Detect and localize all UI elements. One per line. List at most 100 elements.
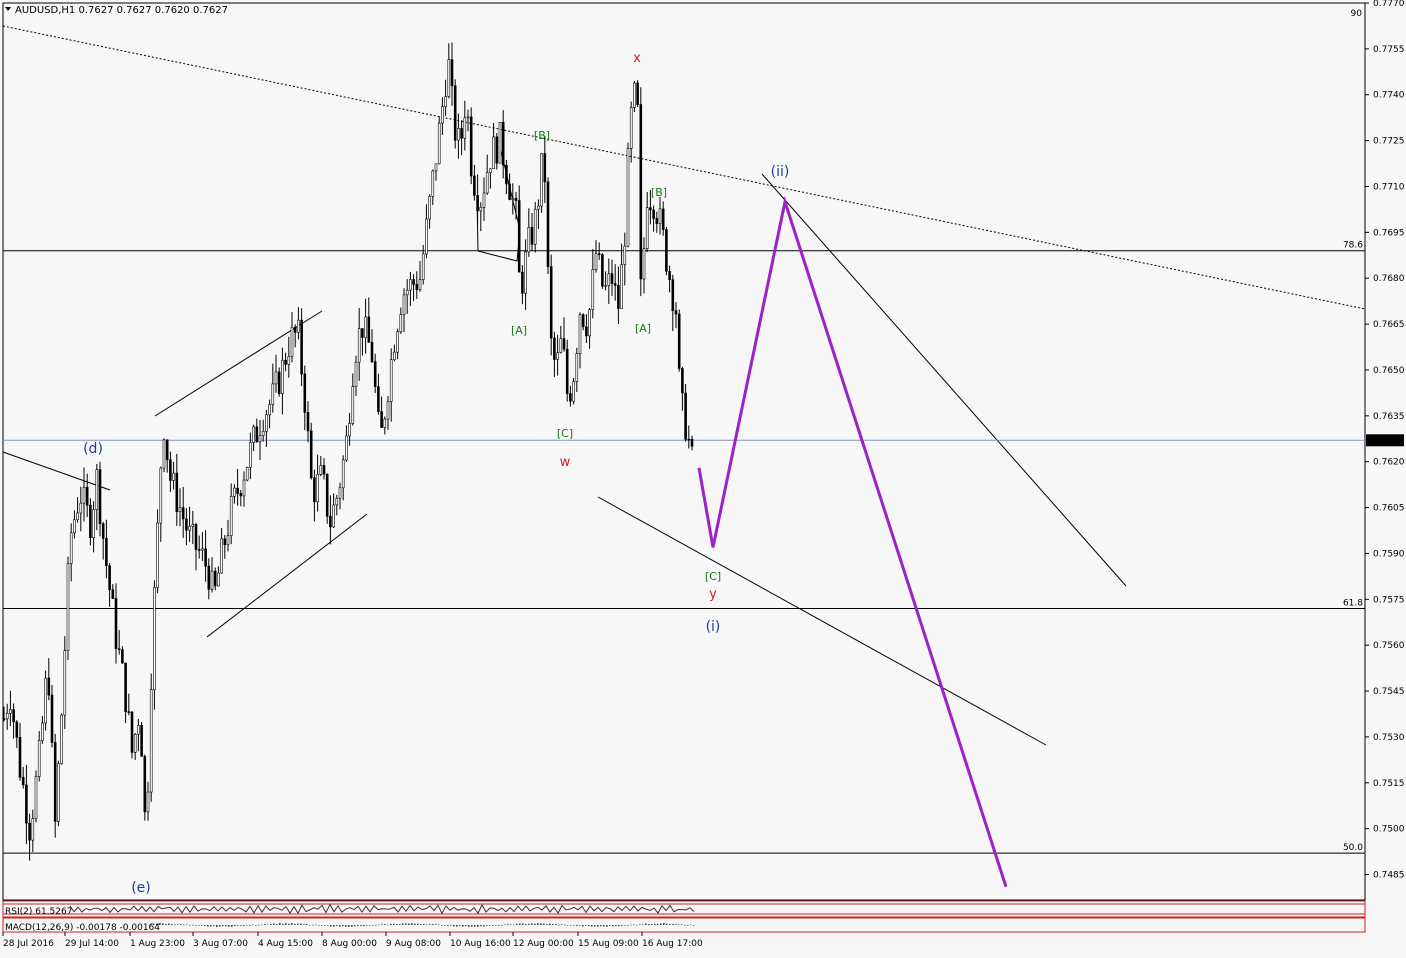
macd-bar bbox=[252, 924, 254, 926]
candle-body bbox=[121, 649, 124, 664]
macd-bar bbox=[366, 925, 368, 926]
candle-body bbox=[364, 316, 367, 338]
macd-bar bbox=[384, 924, 386, 925]
macd-bar bbox=[450, 925, 452, 926]
macd-bar bbox=[273, 923, 275, 925]
macd-bar bbox=[192, 924, 194, 926]
candle-body bbox=[85, 487, 89, 506]
macd-bar bbox=[603, 925, 605, 927]
macd-bar bbox=[204, 925, 206, 926]
candle-body bbox=[444, 96, 447, 107]
candle-body bbox=[41, 722, 44, 741]
macd-bar bbox=[393, 923, 395, 925]
candle-body bbox=[373, 361, 377, 387]
candle-body bbox=[684, 392, 687, 440]
macd-bar bbox=[447, 925, 449, 926]
candle-body bbox=[575, 353, 579, 382]
macd-bar bbox=[162, 923, 164, 925]
candle-body bbox=[405, 289, 409, 296]
macd-bar bbox=[663, 923, 665, 925]
macd-bar bbox=[375, 924, 377, 926]
macd-bar bbox=[198, 925, 200, 926]
candle-body bbox=[501, 122, 505, 166]
macd-bar bbox=[525, 924, 527, 925]
candle-body bbox=[73, 519, 76, 534]
macd-bar bbox=[483, 925, 485, 927]
candle-body bbox=[5, 712, 9, 720]
candle-body bbox=[79, 502, 83, 514]
candle-body bbox=[610, 273, 614, 284]
macd-bar bbox=[606, 925, 608, 927]
macd-bar bbox=[630, 924, 632, 926]
macd-bar bbox=[690, 924, 692, 926]
macd-bar bbox=[561, 924, 563, 925]
candle-body bbox=[153, 587, 156, 691]
macd-bar bbox=[408, 923, 410, 925]
candle-body bbox=[409, 279, 412, 291]
candle-body bbox=[399, 314, 403, 333]
candle-body bbox=[287, 356, 291, 365]
x-tick-label: 29 Jul 14:00 bbox=[65, 939, 119, 949]
candle-body bbox=[197, 549, 201, 551]
price-chart[interactable]: AUDUSD,H1 0.7627 0.7627 0.7620 0.7627 90… bbox=[0, 0, 1406, 954]
candle-body bbox=[271, 383, 275, 405]
wave-label: [C] bbox=[705, 570, 721, 583]
candle-body bbox=[130, 711, 134, 753]
candle bbox=[498, 122, 502, 164]
candle-body bbox=[178, 507, 182, 513]
wave-label: (d) bbox=[83, 441, 103, 457]
macd-bar bbox=[444, 925, 446, 926]
macd-bar bbox=[666, 923, 668, 925]
macd-bar bbox=[582, 925, 584, 927]
candle-body bbox=[95, 469, 99, 511]
candle bbox=[57, 760, 60, 827]
candle-body bbox=[12, 709, 15, 723]
rsi-pane: RSI(2) 61.5267 bbox=[2, 900, 1366, 918]
macd-bar bbox=[654, 923, 656, 925]
candle-body bbox=[537, 205, 540, 210]
macd-bar bbox=[399, 924, 401, 925]
candle-body bbox=[290, 326, 294, 357]
candle-body bbox=[322, 465, 326, 475]
macd-bar bbox=[576, 925, 578, 926]
candle-body bbox=[642, 248, 646, 280]
y-tick-label: 0.7635 bbox=[1373, 412, 1405, 422]
macd-bar bbox=[594, 925, 596, 927]
candle-body bbox=[466, 116, 470, 119]
macd-bar bbox=[687, 925, 689, 926]
candle-body bbox=[162, 439, 166, 469]
candle-body bbox=[255, 426, 259, 443]
candle-body bbox=[629, 107, 633, 149]
candle bbox=[639, 87, 643, 297]
candle-body bbox=[233, 487, 236, 497]
candle-body bbox=[293, 326, 297, 333]
candle bbox=[633, 80, 636, 113]
macd-bar bbox=[378, 924, 380, 926]
candle bbox=[149, 673, 153, 802]
macd-bar bbox=[564, 924, 566, 926]
candle-body bbox=[297, 319, 300, 333]
macd-bar bbox=[171, 924, 173, 925]
y-tick-label: 0.7680 bbox=[1373, 274, 1405, 284]
macd-bar bbox=[216, 925, 218, 927]
y-tick-label: 0.7755 bbox=[1373, 45, 1405, 55]
y-tick-label: 0.7665 bbox=[1373, 320, 1405, 330]
candle-body bbox=[242, 479, 246, 497]
macd-bar bbox=[489, 925, 491, 926]
candle bbox=[601, 253, 604, 289]
macd-bar bbox=[240, 925, 242, 926]
candle-body bbox=[585, 326, 588, 337]
macd-bar bbox=[300, 923, 302, 925]
wave-label: (e) bbox=[131, 880, 151, 896]
macd-bar bbox=[279, 923, 281, 925]
candle-body bbox=[511, 198, 515, 200]
candle-body bbox=[607, 273, 611, 286]
candle-body bbox=[396, 331, 399, 353]
candle-body bbox=[101, 523, 105, 539]
macd-bar bbox=[387, 924, 389, 926]
macd-bar bbox=[285, 923, 287, 925]
macd-bar bbox=[405, 923, 407, 925]
candle-body bbox=[492, 136, 495, 170]
candle-body bbox=[569, 393, 572, 402]
macd-bar bbox=[363, 925, 365, 927]
